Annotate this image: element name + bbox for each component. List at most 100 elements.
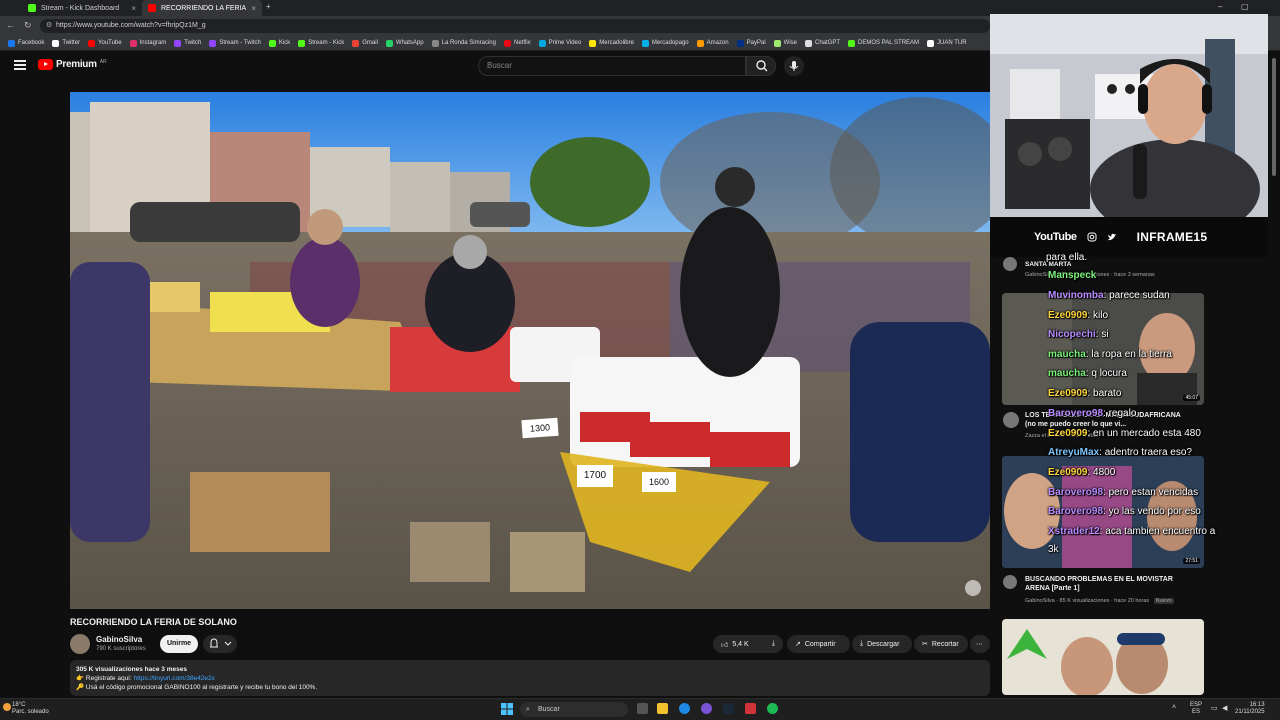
channel-name[interactable]: GabinoSilva bbox=[96, 635, 142, 644]
taskbar-search[interactable]: ⌕ Buscar bbox=[520, 702, 628, 717]
language-indicator[interactable]: ESP ES bbox=[1190, 702, 1202, 716]
steam-icon[interactable] bbox=[723, 703, 734, 714]
weather-desc: Parc. soleado bbox=[12, 709, 49, 715]
weather-icon[interactable] bbox=[3, 703, 11, 711]
chat-username: Eze0909 bbox=[1048, 310, 1088, 321]
chat-text: : yo las vendo por eso bbox=[1103, 506, 1201, 517]
streamer-webcam-overlay bbox=[990, 14, 1268, 217]
windows-start-icon[interactable] bbox=[501, 703, 513, 715]
bookmark-label: PayPal bbox=[746, 40, 766, 46]
bookmark-icon bbox=[805, 39, 812, 47]
description-line: 👉 Registrate aquí: https://tinyurl.com/3… bbox=[76, 674, 984, 683]
network-icon[interactable]: ▭ bbox=[1211, 704, 1218, 712]
promo-link[interactable]: https://tinyurl.com/38e42e2x bbox=[134, 675, 215, 682]
close-icon[interactable]: × bbox=[251, 4, 256, 13]
url-field[interactable]: ⚙ https://www.youtube.com/watch?v=fhripQ… bbox=[40, 19, 990, 33]
like-count[interactable]: 5,4 K bbox=[732, 641, 748, 648]
back-icon[interactable]: ← bbox=[6, 20, 15, 30]
join-button[interactable]: Unirme bbox=[160, 635, 198, 653]
reload-icon[interactable]: ↻ bbox=[24, 20, 32, 31]
bookmark-item[interactable]: Amazon bbox=[693, 39, 733, 47]
download-button[interactable]: ⤓ Descargar bbox=[852, 635, 912, 653]
new-tab-button[interactable]: + bbox=[266, 2, 271, 11]
bookmark-item[interactable]: JUAN TUR bbox=[923, 39, 971, 47]
site-info-icon[interactable]: ⚙ bbox=[46, 19, 52, 33]
clip-button[interactable]: ✂ Recortar bbox=[914, 635, 968, 653]
bookmark-item[interactable]: Prime Video bbox=[535, 39, 586, 47]
weather-widget[interactable]: 18°C Parc. soleado bbox=[12, 702, 49, 716]
chat-message: maucha: la ropa en la tierra bbox=[1048, 349, 1172, 360]
close-icon[interactable]: × bbox=[131, 4, 136, 13]
bookmark-label: La Ronda Simracing bbox=[441, 40, 496, 46]
bookmark-item[interactable]: DEMOS PAL STREAM bbox=[844, 39, 923, 47]
bookmark-item[interactable]: Instagram bbox=[126, 39, 171, 47]
maximize-button[interactable]: ▢ bbox=[1241, 2, 1249, 11]
share-button[interactable]: ↗ Compartir bbox=[787, 635, 850, 653]
chat-message: 3k bbox=[1048, 544, 1059, 555]
scrollbar-thumb[interactable] bbox=[1272, 58, 1276, 176]
dislike-icon[interactable]: ⤓ bbox=[772, 640, 775, 648]
search-button[interactable] bbox=[746, 56, 776, 76]
bookmark-label: Instagram bbox=[139, 40, 167, 46]
chat-text: : en un mercado esta 480 bbox=[1087, 428, 1201, 439]
system-clock[interactable]: 16:13 21/11/2025 bbox=[1235, 702, 1265, 716]
subscription-bell-button[interactable] bbox=[203, 635, 237, 653]
chat-text: : la ropa en la tierra bbox=[1085, 349, 1172, 360]
tab-youtube-video[interactable]: RECORRIENDO LA FERIA DE SOL... × bbox=[142, 0, 262, 16]
bookmark-item[interactable]: Mercadolibre bbox=[585, 39, 638, 47]
bookmark-item[interactable]: Twitch bbox=[170, 39, 205, 47]
video-description[interactable]: 305 K visualizaciones hace 3 meses 👉 Reg… bbox=[70, 660, 990, 696]
video-title: RECORRIENDO LA FERIA DE SOLANO bbox=[70, 617, 237, 627]
search-icon: ⌕ bbox=[526, 706, 530, 713]
discord-icon[interactable] bbox=[701, 703, 712, 714]
rec-channel-avatar[interactable] bbox=[1003, 575, 1017, 589]
chat-text: : aca tambien encuentro a bbox=[1099, 526, 1216, 537]
edge-icon[interactable] bbox=[679, 703, 690, 714]
bookmark-item[interactable]: Kick bbox=[265, 39, 294, 47]
bookmark-item[interactable]: Twitter bbox=[48, 39, 84, 47]
menu-icon[interactable] bbox=[14, 60, 26, 70]
bookmark-item[interactable]: Gmail bbox=[348, 39, 382, 47]
task-view-icon[interactable] bbox=[637, 703, 648, 714]
volume-icon[interactable]: ◀ bbox=[1222, 704, 1227, 712]
bookmark-item[interactable]: Netflix bbox=[500, 39, 535, 47]
voice-search-button[interactable] bbox=[784, 56, 804, 76]
chevron-up-icon[interactable]: ˄ bbox=[1172, 704, 1176, 711]
url-text: https://www.youtube.com/watch?v=fhripQz1… bbox=[56, 22, 206, 29]
bookmark-item[interactable]: Mercadopago bbox=[638, 39, 693, 47]
tab-label: RECORRIENDO LA FERIA DE SOL... bbox=[161, 4, 246, 12]
rec-thumbnail[interactable] bbox=[1002, 619, 1204, 695]
bookmark-icon bbox=[431, 39, 439, 47]
video-frame bbox=[70, 92, 990, 609]
capture-app-icon[interactable] bbox=[745, 703, 756, 714]
channel-watermark-icon[interactable] bbox=[965, 580, 981, 596]
more-actions-button[interactable]: ⋯ bbox=[970, 635, 990, 653]
bookmark-item[interactable]: Facebook bbox=[4, 39, 48, 47]
bookmark-item[interactable]: YouTube bbox=[84, 39, 126, 47]
bookmark-item[interactable]: WhatsApp bbox=[382, 39, 428, 47]
spotify-icon[interactable] bbox=[767, 703, 778, 714]
minimize-button[interactable]: – bbox=[1218, 2, 1222, 11]
chat-message: maucha: q locura bbox=[1048, 368, 1127, 379]
video-player[interactable]: 1300 1700 1600 bbox=[70, 92, 990, 609]
rec-channel-avatar[interactable] bbox=[1003, 412, 1019, 428]
file-explorer-icon[interactable] bbox=[657, 703, 668, 714]
bookmark-item[interactable]: Stream - Kick bbox=[294, 39, 348, 47]
bookmark-item[interactable]: La Ronda Simracing bbox=[428, 39, 500, 47]
bookmark-item[interactable]: ChatGPT bbox=[801, 39, 844, 47]
search-input[interactable]: Buscar bbox=[478, 56, 746, 76]
bookmark-icon bbox=[589, 39, 597, 47]
chat-message: Xstrader12: aca tambien encuentro a bbox=[1048, 526, 1215, 537]
rec-channel-avatar[interactable] bbox=[1003, 257, 1017, 271]
youtube-logo[interactable]: Premium AR bbox=[38, 59, 107, 70]
chat-message: Eze0909: 4800 bbox=[1048, 467, 1115, 478]
tab-kick-dashboard[interactable]: Stream - Kick Dashboard × bbox=[22, 0, 142, 16]
bookmark-item[interactable]: PayPal bbox=[733, 39, 770, 47]
lang-top: ESP bbox=[1190, 702, 1203, 708]
like-icon[interactable]: 👍︎ bbox=[721, 640, 728, 649]
rec-title[interactable]: BUSCANDO PROBLEMAS EN EL MOVISTAR ARENA … bbox=[1025, 575, 1190, 593]
channel-avatar[interactable] bbox=[70, 634, 90, 654]
bookmark-item[interactable]: Wise bbox=[770, 39, 801, 47]
bookmark-item[interactable]: Stream - Twitch bbox=[205, 39, 265, 47]
download-label: Descargar bbox=[867, 640, 900, 648]
